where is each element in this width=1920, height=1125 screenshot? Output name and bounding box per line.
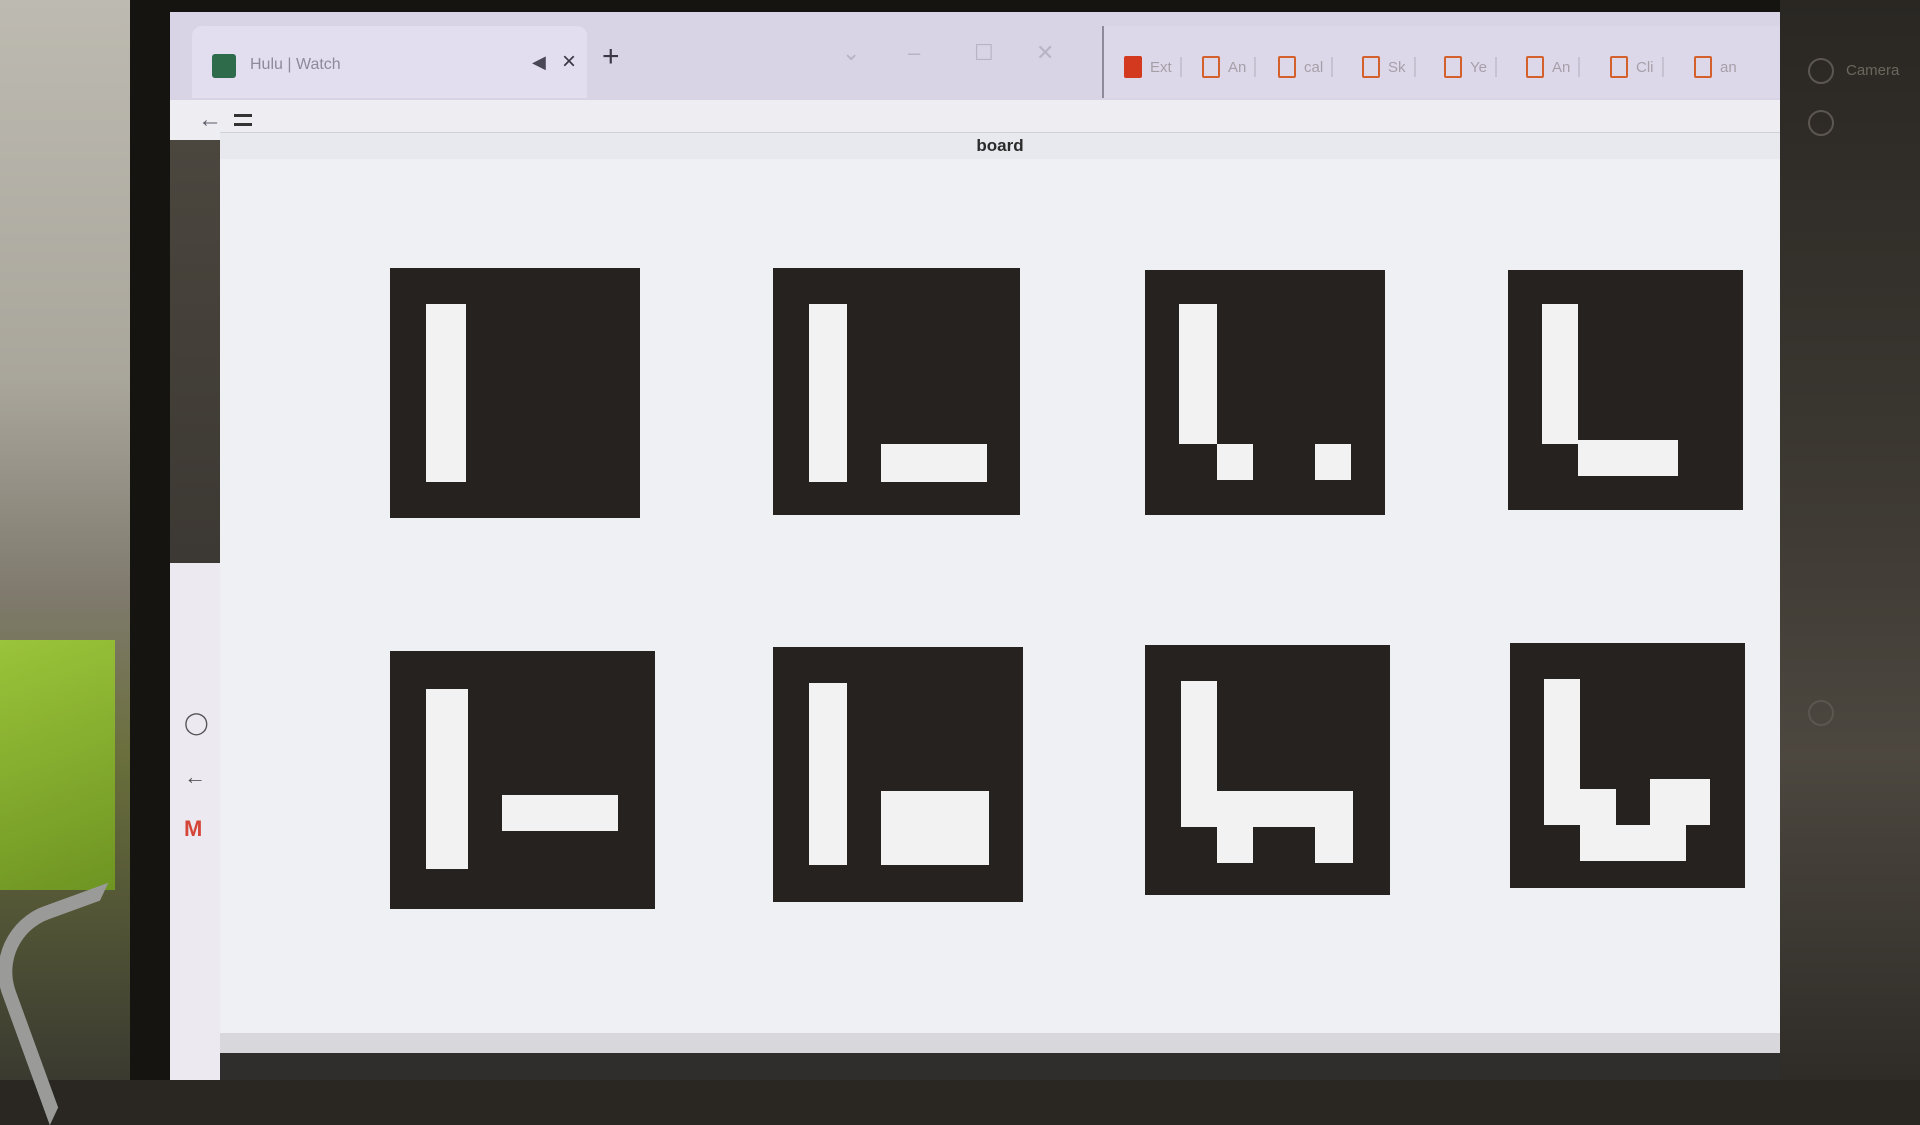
back-arrow-icon[interactable]: ← <box>184 764 206 790</box>
menu-icon[interactable] <box>234 114 252 126</box>
room-background-left <box>0 0 180 1125</box>
bookmark-label: An <box>1552 58 1571 76</box>
bookmark-separator <box>1494 57 1497 77</box>
site-favicon-icon <box>212 54 236 78</box>
window-close-icon[interactable]: ✕ <box>1036 40 1054 66</box>
marker-cell <box>1578 440 1678 476</box>
bookmark-label: cal <box>1304 58 1324 76</box>
green-object <box>0 640 115 890</box>
side-app-strip: ◯ ← M <box>170 140 220 1080</box>
marker-cell <box>1315 827 1353 863</box>
monitor-bezel-left <box>130 0 170 1080</box>
browser-tab[interactable]: Hulu | Watch ◀ × <box>192 26 587 98</box>
screen: Hulu | Watch ◀ × + ⌄ – ☐ ✕ Ext An cal Sk… <box>170 12 1780 1080</box>
bookmark-separator <box>1578 57 1581 77</box>
bookmark-icon <box>1444 56 1462 78</box>
bookmark-icon <box>1124 56 1142 78</box>
bookmark-item[interactable]: Cli <box>1610 56 1664 78</box>
bookmark-icon <box>1278 56 1296 78</box>
refresh-icon[interactable] <box>1808 110 1834 136</box>
marker-cell <box>1253 791 1353 827</box>
bookmark-item[interactable]: an <box>1694 56 1737 78</box>
marker-cell <box>1650 779 1710 825</box>
bookmark-item[interactable]: Sk <box>1362 56 1416 78</box>
bookmark-item[interactable]: Ext <box>1124 56 1182 78</box>
marker-cell <box>1179 304 1217 444</box>
marker-3 <box>1145 270 1385 515</box>
marker-cell <box>426 304 466 482</box>
bookmark-item[interactable]: An <box>1526 56 1581 78</box>
bookmark-label: Ext <box>1150 58 1172 76</box>
marker-6 <box>773 647 1023 902</box>
bookmark-separator <box>1331 57 1334 77</box>
marker-5 <box>390 651 655 909</box>
bookmark-label: an <box>1720 58 1737 76</box>
bookmark-item[interactable]: cal <box>1278 56 1334 78</box>
marker-cell <box>1580 789 1616 861</box>
camera-label: Camera <box>1846 62 1900 79</box>
bookmark-label: An <box>1228 58 1247 76</box>
bookmark-label: Cli <box>1636 58 1654 76</box>
marker-cell <box>809 683 847 865</box>
marker-4 <box>1508 270 1743 510</box>
marker-cell <box>1217 791 1253 863</box>
chevron-down-icon[interactable]: ⌄ <box>842 40 860 66</box>
bookmarks-bar: Ext An cal Sk Ye An Cli an <box>1102 26 1780 98</box>
speaker-icon[interactable]: ◀ <box>532 52 546 73</box>
board-title: board <box>220 133 1780 159</box>
board-bottom-bar <box>220 1033 1780 1053</box>
bookmark-icon <box>1362 56 1380 78</box>
bookmark-label: Sk <box>1388 58 1406 76</box>
browser-tab-bar: Hulu | Watch ◀ × + ⌄ – ☐ ✕ Ext An cal Sk… <box>170 12 1780 100</box>
marker-7 <box>1145 645 1390 895</box>
marker-cell <box>881 444 987 482</box>
minimize-icon[interactable]: – <box>908 40 920 66</box>
marker-cell <box>1181 681 1217 827</box>
marker-cell <box>426 689 468 869</box>
bookmark-icon <box>1610 56 1628 78</box>
marker-cell <box>1616 825 1686 861</box>
marker-cell <box>881 791 989 865</box>
marker-cell <box>1542 304 1578 444</box>
bookmark-separator <box>1254 57 1257 77</box>
side-panel-right: Camera <box>1780 0 1920 1080</box>
marker-2 <box>773 268 1020 515</box>
bookmark-icon <box>1526 56 1544 78</box>
marker-cell <box>1315 444 1351 480</box>
bookmark-item[interactable]: Ye <box>1444 56 1497 78</box>
github-icon[interactable]: ◯ <box>184 710 209 736</box>
bookmark-icon <box>1694 56 1712 78</box>
settings-icon[interactable] <box>1808 58 1834 84</box>
marker-cell <box>1217 444 1253 480</box>
bookmark-separator <box>1179 57 1182 77</box>
tab-close-icon[interactable]: × <box>562 48 576 76</box>
marker-cell <box>1544 679 1580 825</box>
board-window: board <box>220 132 1780 1053</box>
marker-cell <box>502 795 618 831</box>
marker-1 <box>390 268 640 518</box>
back-arrow-icon[interactable]: ← <box>198 106 222 134</box>
tab-title: Hulu | Watch <box>250 56 341 73</box>
bookmark-separator <box>1413 57 1416 77</box>
new-tab-button[interactable]: + <box>602 42 620 72</box>
bookmark-icon <box>1202 56 1220 78</box>
maximize-icon[interactable]: ☐ <box>974 40 994 66</box>
marker-8 <box>1510 643 1745 888</box>
camera-icon[interactable] <box>1808 700 1834 726</box>
bookmark-item[interactable]: An <box>1202 56 1257 78</box>
bookmark-separator <box>1661 57 1664 77</box>
bookmark-label: Ye <box>1470 58 1487 76</box>
marker-cell <box>809 304 847 482</box>
gmail-icon[interactable]: M <box>184 816 202 842</box>
